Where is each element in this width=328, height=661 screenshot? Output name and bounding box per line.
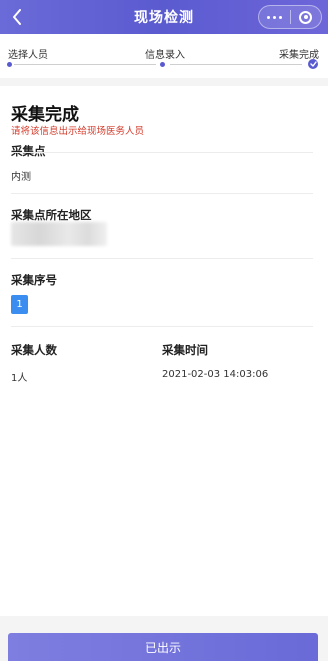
step-label-select-person: 选择人员 xyxy=(8,50,48,61)
step-dot-2 xyxy=(160,62,165,67)
page-title: 现场检测 xyxy=(134,10,194,26)
step-dot-1 xyxy=(7,62,12,67)
region-label: 采集点所在地区 xyxy=(11,208,92,222)
sequence-label: 采集序号 xyxy=(11,273,57,287)
site-label: 采集点 xyxy=(11,144,46,158)
step-connector-1 xyxy=(14,64,156,65)
time-label: 采集时间 xyxy=(162,343,208,357)
nav-header: 现场检测 xyxy=(0,0,328,34)
shown-button[interactable]: 已出示 xyxy=(8,633,318,661)
sequence-badge: 1 xyxy=(11,295,28,314)
time-value: 2021-02-03 14:03:06 xyxy=(162,369,269,380)
notice-text: 请将该信息出示给现场医务人员 xyxy=(11,126,145,137)
result-card: 采集完成 请将该信息出示给现场医务人员 采集点 内测 采集点所在地区 采集序号 … xyxy=(0,86,328,616)
result-title: 采集完成 xyxy=(11,105,79,125)
step-check-icon xyxy=(308,59,318,69)
close-circle-icon[interactable] xyxy=(291,10,322,24)
back-chevron-icon[interactable] xyxy=(8,5,26,29)
divider-4 xyxy=(11,326,313,327)
step-label-info-entry: 信息录入 xyxy=(145,50,185,61)
divider-2 xyxy=(11,193,313,194)
site-value: 内测 xyxy=(11,172,31,183)
divider-3 xyxy=(11,258,313,259)
more-dots-icon[interactable] xyxy=(259,15,290,19)
divider-1 xyxy=(11,152,313,153)
step-connector-2 xyxy=(170,64,302,65)
count-label: 采集人数 xyxy=(11,343,57,357)
miniprogram-capsule xyxy=(258,5,322,29)
step-progress: 选择人员 信息录入 采集完成 xyxy=(0,34,328,78)
region-value-redacted xyxy=(11,222,107,246)
count-value: 1人 xyxy=(11,373,28,384)
